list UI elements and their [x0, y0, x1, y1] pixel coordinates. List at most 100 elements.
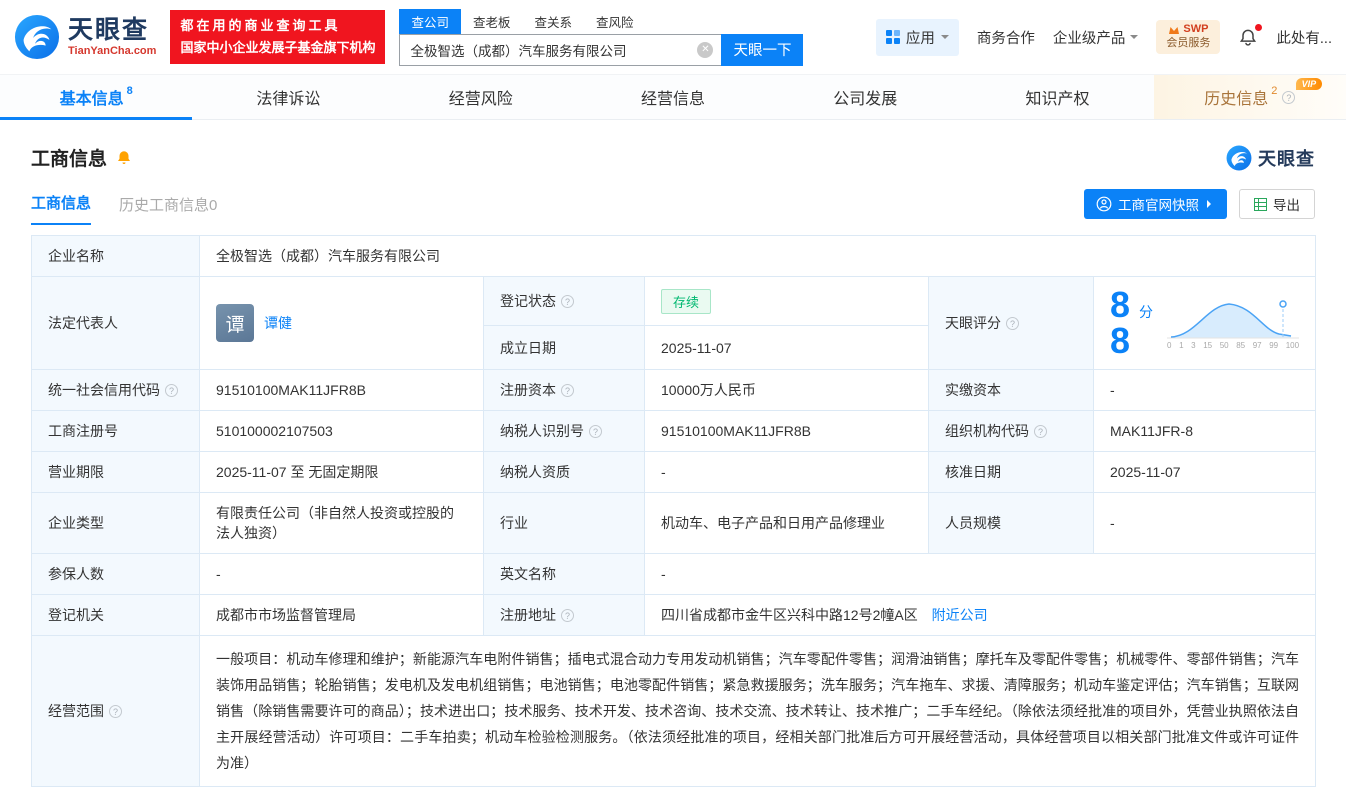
export-label: 导出 — [1273, 194, 1300, 214]
taxpayer-id-value: 91510100MAK11JFR8B — [661, 423, 811, 439]
field-label: 营业期限 — [48, 464, 104, 480]
help-icon[interactable] — [109, 705, 122, 718]
field-label: 天眼评分 — [945, 315, 1001, 331]
search-tab-risk[interactable]: 查风险 — [584, 9, 646, 34]
credit-code-value: 91510100MAK11JFR8B — [216, 382, 366, 398]
logo-subtitle: TianYanCha.com — [68, 45, 156, 57]
tab-operating-risk[interactable]: 经营风险 — [385, 75, 577, 119]
export-button[interactable]: 导出 — [1239, 189, 1315, 219]
help-icon[interactable] — [561, 609, 574, 622]
official-snapshot-button[interactable]: 工商官网快照 — [1084, 189, 1227, 219]
search-tabs: 查公司 查老板 查关系 查风险 — [399, 9, 803, 34]
vip-membership-button[interactable]: SWP 会员服务 — [1156, 20, 1220, 54]
company-name-value: 全极智选（成都）汽车服务有限公司 — [216, 248, 440, 264]
tab-legal-proceedings[interactable]: 法律诉讼 — [192, 75, 384, 119]
status-badge: 存续 — [661, 289, 711, 314]
reg-capital-value: 10000万人民币 — [661, 382, 756, 398]
business-scope-value: 一般项目：机动车修理和维护；新能源汽车电附件销售；插电式混合动力专用发动机销售；… — [216, 646, 1299, 776]
field-label: 企业名称 — [48, 248, 104, 264]
subtab-business-info[interactable]: 工商信息 — [31, 192, 91, 225]
table-row: 统一社会信用代码 91510100MAK11JFR8B 注册资本 10000万人… — [32, 370, 1316, 411]
subscribe-bell-button[interactable] — [115, 149, 133, 167]
field-label: 行业 — [500, 515, 528, 531]
clear-icon[interactable] — [697, 42, 713, 58]
subtab-count: 0 — [209, 197, 217, 214]
tianyancha-logo-icon — [14, 14, 60, 60]
help-icon[interactable] — [1034, 425, 1047, 438]
establish-date-value: 2025-11-07 — [661, 340, 732, 356]
org-code-value: MAK11JFR-8 — [1110, 423, 1193, 439]
help-icon[interactable] — [1282, 91, 1295, 104]
enterprise-products-label: 企业级产品 — [1053, 27, 1126, 48]
tab-label: 法律诉讼 — [256, 85, 320, 109]
apps-label: 应用 — [906, 27, 935, 48]
excel-icon — [1254, 198, 1267, 211]
help-icon[interactable] — [561, 295, 574, 308]
promo-banner: 都在用的商业查询工具 国家中小企业发展子基金旗下机构 — [170, 10, 385, 64]
search-tab-boss[interactable]: 查老板 — [461, 9, 523, 34]
help-icon[interactable] — [165, 384, 178, 397]
legal-rep-link[interactable]: 谭健 — [264, 313, 292, 333]
help-icon[interactable] — [1006, 317, 1019, 330]
user-account-menu[interactable]: 此处有... — [1276, 27, 1332, 48]
legal-rep-avatar[interactable]: 谭 — [216, 304, 254, 342]
subtab-history-business-info[interactable]: 历史工商信息0 — [119, 194, 217, 225]
field-label: 纳税人资质 — [500, 464, 570, 480]
field-label: 组织机构代码 — [945, 423, 1029, 439]
company-nav-tabs: 基本信息 8 法律诉讼 经营风险 经营信息 公司发展 知识产权 VIP 历史信息… — [0, 74, 1346, 120]
field-label: 注册资本 — [500, 382, 556, 398]
business-cooperation-label: 商务合作 — [977, 27, 1035, 48]
tab-label: 公司发展 — [833, 85, 897, 109]
search-button[interactable]: 天眼一下 — [721, 34, 803, 66]
nearby-companies-link[interactable]: 附近公司 — [932, 607, 988, 623]
notification-bell-button[interactable] — [1238, 27, 1258, 47]
subtab-row: 工商信息 历史工商信息0 工商官网快照 导出 — [0, 189, 1346, 225]
approval-date-value: 2025-11-07 — [1110, 464, 1181, 480]
help-icon[interactable] — [589, 425, 602, 438]
table-row: 参保人数 - 英文名称 - — [32, 554, 1316, 595]
arrow-right-icon — [1207, 200, 1215, 208]
chevron-down-icon — [941, 35, 949, 43]
tab-basic-info[interactable]: 基本信息 8 — [0, 75, 192, 119]
business-term-value: 2025-11-07 至 无固定期限 — [216, 464, 378, 480]
taxpayer-quality-value: - — [661, 464, 666, 480]
table-row: 法定代表人 谭 谭健 登记状态 存续 天眼评分 88分 — [32, 277, 1316, 326]
apps-grid-icon — [886, 30, 900, 44]
tab-label: 基本信息 — [60, 85, 124, 109]
industry-value: 机动车、电子产品和日用产品修理业 — [661, 515, 885, 531]
english-name-value: - — [661, 566, 666, 582]
help-icon[interactable] — [561, 384, 574, 397]
vip-badge: VIP — [1296, 78, 1323, 90]
search-tab-relation[interactable]: 查关系 — [522, 9, 584, 34]
field-label: 核准日期 — [945, 464, 1001, 480]
brand-logo[interactable]: 天眼查 TianYanCha.com — [14, 14, 156, 60]
tab-intellectual-property[interactable]: 知识产权 — [961, 75, 1153, 119]
tab-history-info[interactable]: VIP 历史信息 2 — [1154, 75, 1346, 119]
section-title: 工商信息 — [31, 144, 107, 171]
search-tab-company[interactable]: 查公司 — [399, 9, 461, 34]
promo-line-1: 都在用的商业查询工具 — [180, 15, 375, 37]
enterprise-products-menu[interactable]: 企业级产品 — [1053, 27, 1139, 48]
field-label: 经营范围 — [48, 703, 104, 719]
field-label: 人员规模 — [945, 515, 1001, 531]
snapshot-person-icon — [1096, 196, 1112, 212]
section-header: 工商信息 天眼查 — [0, 144, 1346, 171]
search-input[interactable] — [399, 34, 721, 66]
chevron-down-icon — [1130, 35, 1138, 43]
field-label: 法定代表人 — [48, 315, 118, 331]
score-cell: 88分 0131550859799100 — [1110, 287, 1299, 359]
header-right: 应用 商务合作 企业级产品 SWP 会员服务 此处有... — [876, 19, 1332, 56]
crown-icon — [1168, 25, 1180, 35]
apps-menu[interactable]: 应用 — [876, 19, 959, 56]
score-chart: 0131550859799100 — [1167, 296, 1299, 350]
reg-number-value: 510100002107503 — [216, 423, 333, 439]
table-row: 企业名称 全极智选（成都）汽车服务有限公司 — [32, 236, 1316, 277]
tab-company-development[interactable]: 公司发展 — [769, 75, 961, 119]
table-row: 企业类型 有限责任公司（非自然人投资或控股的法人独资） 行业 机动车、电子产品和… — [32, 493, 1316, 554]
company-type-value: 有限责任公司（非自然人投资或控股的法人独资） — [216, 505, 454, 541]
notification-dot — [1255, 24, 1262, 31]
business-cooperation-link[interactable]: 商务合作 — [977, 27, 1035, 48]
field-label: 实缴资本 — [945, 382, 1001, 398]
tab-operating-info[interactable]: 经营信息 — [577, 75, 769, 119]
field-label: 参保人数 — [48, 566, 104, 582]
